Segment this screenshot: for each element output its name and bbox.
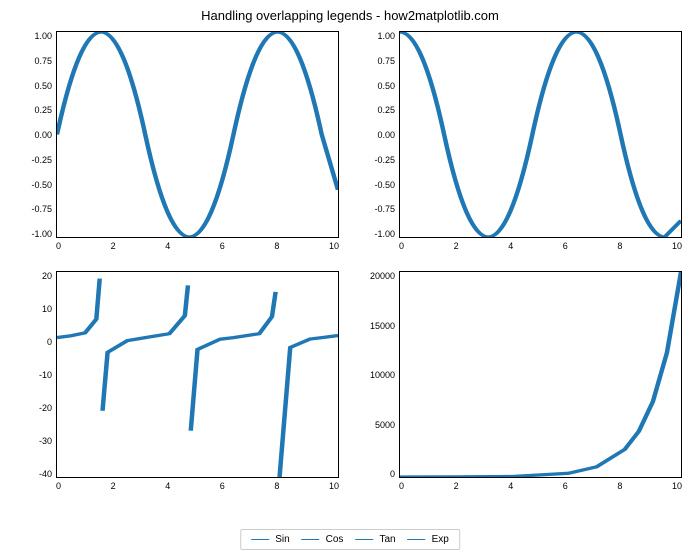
legend-swatch-icon xyxy=(251,539,269,540)
sin-curve xyxy=(57,32,338,237)
yticks-sin: 1.00 0.75 0.50 0.25 0.00 -0.25 -0.50 -0.… xyxy=(18,31,56,253)
legend-item-sin: Sin xyxy=(251,534,289,545)
subplot-cos: 1.00 0.75 0.50 0.25 0.00 -0.25 -0.50 -0.… xyxy=(361,31,682,253)
legend-label: Sin xyxy=(275,534,289,545)
legend: Sin Cos Tan Exp xyxy=(240,529,460,550)
legend-swatch-icon xyxy=(355,539,373,540)
exp-curve xyxy=(400,272,681,477)
legend-item-exp: Exp xyxy=(408,534,449,545)
legend-label: Exp xyxy=(432,534,449,545)
plot-tan xyxy=(56,271,339,478)
yticks-exp: 20000 15000 10000 5000 0 xyxy=(361,271,399,493)
subplot-exp: 20000 15000 10000 5000 0 0 2 4 6 8 10 xyxy=(361,271,682,493)
yticks-cos: 1.00 0.75 0.50 0.25 0.00 -0.25 -0.50 -0.… xyxy=(361,31,399,253)
cos-curve xyxy=(400,32,681,237)
subplot-grid: 1.00 0.75 0.50 0.25 0.00 -0.25 -0.50 -0.… xyxy=(0,23,700,493)
subplot-sin: 1.00 0.75 0.50 0.25 0.00 -0.25 -0.50 -0.… xyxy=(18,31,339,253)
xticks-tan: 0 2 4 6 8 10 xyxy=(56,478,339,493)
page-title: Handling overlapping legends - how2matpl… xyxy=(0,0,700,23)
legend-label: Cos xyxy=(326,534,344,545)
yticks-tan: 20 10 0 -10 -20 -30 -40 xyxy=(18,271,56,493)
subplot-tan: 20 10 0 -10 -20 -30 -40 0 2 4 6 xyxy=(18,271,339,493)
legend-item-tan: Tan xyxy=(355,534,395,545)
xticks-exp: 0 2 4 6 8 10 xyxy=(399,478,682,493)
plot-cos xyxy=(399,31,682,238)
plot-sin xyxy=(56,31,339,238)
legend-label: Tan xyxy=(379,534,395,545)
xticks-sin: 0 2 4 6 8 10 xyxy=(56,238,339,253)
legend-swatch-icon xyxy=(302,539,320,540)
plot-exp xyxy=(399,271,682,478)
xticks-cos: 0 2 4 6 8 10 xyxy=(399,238,682,253)
legend-swatch-icon xyxy=(408,539,426,540)
legend-item-cos: Cos xyxy=(302,534,344,545)
tan-curve xyxy=(57,272,338,477)
